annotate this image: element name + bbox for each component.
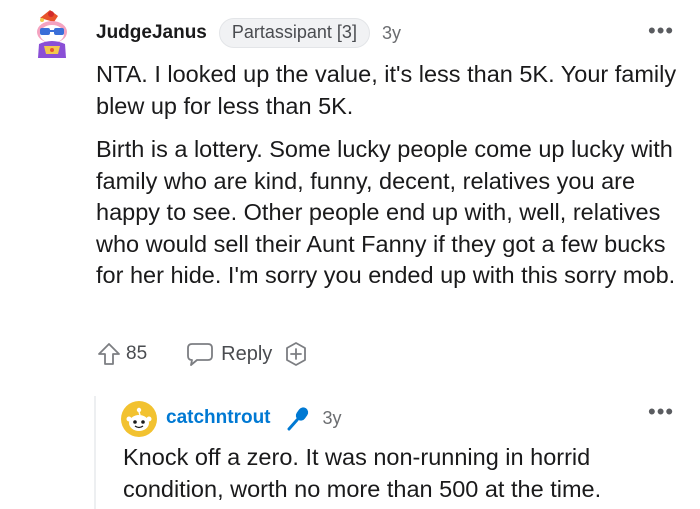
comment-action-bar: 85 Reply [96,338,310,370]
user-flair-badge: Partassipant [3] [218,18,370,48]
snoo-avatar-icon[interactable] [30,8,74,60]
comment-meta: JudgeJanus Partassipant [3] 3y [96,17,401,49]
reply-button[interactable]: Reply [185,340,272,368]
snoo-default-avatar-icon[interactable] [121,401,157,437]
vote-count: 85 [126,343,148,364]
comment-paragraph-1: NTA. I looked up the value, it's less th… [96,61,677,119]
thread-line[interactable] [94,396,96,509]
upvote-arrow-icon[interactable] [96,341,122,367]
more-options-icon[interactable]: ••• [648,20,674,42]
reply-author-username[interactable]: catchntrout [166,407,271,429]
reply-age: 3y [322,407,342,428]
reply-label: Reply [221,342,273,365]
speech-bubble-icon [187,343,214,366]
comment-thread: JudgeJanus Partassipant [3] 3y ••• NTA. … [0,0,700,509]
comment-paragraph-2: Birth is a lottery. Some lucky people co… [96,136,676,288]
author-username[interactable]: JudgeJanus [96,22,207,44]
comment-age: 3y [381,22,401,43]
reply-text: Knock off a zero. It was non-running in … [123,444,602,502]
add-award-icon[interactable] [282,340,310,368]
more-options-icon[interactable]: ••• [648,401,674,423]
reply-meta: catchntrout 3y [166,402,342,434]
microphone-icon [287,407,308,431]
